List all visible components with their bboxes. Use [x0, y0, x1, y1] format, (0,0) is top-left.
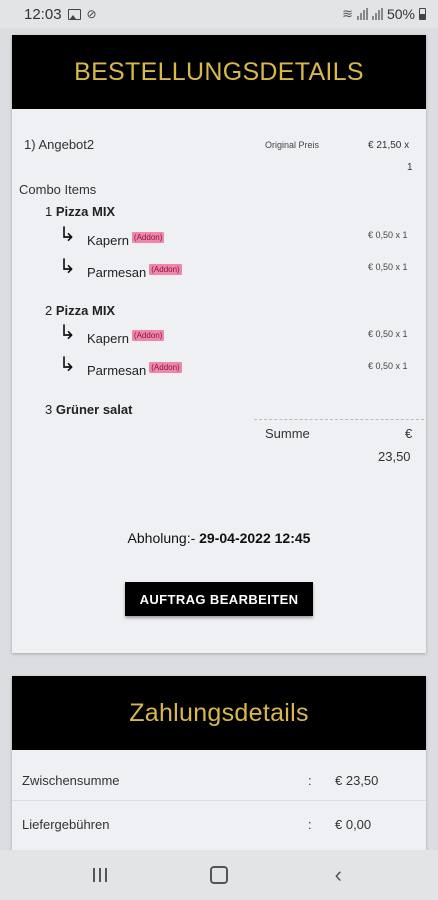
status-bar: 12:03 ⊘ ≋ 50%: [0, 0, 438, 28]
pickup-datetime: 29-04-2022 12:45: [199, 530, 311, 546]
combo-items-label: Combo Items: [19, 182, 97, 197]
original-price-label: Original Preis: [265, 140, 320, 150]
home-button[interactable]: [199, 860, 239, 890]
home-icon: [209, 866, 228, 884]
sub-item-arrow-icon: ↳: [59, 256, 76, 278]
item-name: Grüner salat: [55, 402, 133, 417]
pickup-info: Abholung:- 29-04-2022 12:45: [12, 530, 426, 546]
combo-item: 2 Pizza MIX: [45, 303, 115, 318]
item-name: Pizza MIX: [55, 204, 116, 219]
navigation-bar: ‹: [0, 850, 438, 900]
sum-label: Summe: [265, 426, 310, 441]
addon-name: Parmesan: [87, 363, 147, 378]
recent-apps-button[interactable]: [80, 860, 120, 890]
status-time: 12:03: [24, 5, 62, 23]
addon-line: Kapern (Addon): [87, 232, 165, 250]
order-details-card: BESTELLUNGSDETAILS 1) Angebot2 Original …: [12, 35, 426, 653]
edit-order-button[interactable]: AUFTRAG BEARBEITEN: [125, 582, 313, 616]
order-details-title: BESTELLUNGSDETAILS: [74, 57, 364, 86]
addon-price: € 0,50 x 1: [368, 230, 408, 240]
addon-badge: (Addon): [149, 362, 182, 373]
delivery-fee-label: Liefergebühren: [22, 817, 110, 832]
item-number: 1: [45, 204, 53, 219]
sub-item-arrow-icon: ↳: [59, 354, 76, 376]
eye-off-icon: ⊘: [86, 7, 97, 21]
item-number: 2: [45, 303, 53, 318]
image-notification-icon: [67, 8, 81, 20]
payment-details-title: Zahlungsdetails: [129, 698, 309, 727]
item-name: Pizza MIX: [55, 303, 116, 318]
offer-name: 1) Angebot2: [24, 137, 95, 152]
original-price: € 21,50 x: [368, 140, 410, 151]
back-button[interactable]: ‹: [318, 860, 358, 890]
order-details-header: BESTELLUNGSDETAILS: [12, 35, 426, 109]
status-right: ≋ 50%: [342, 6, 426, 22]
battery-icon: [419, 8, 426, 20]
payment-divider: [12, 800, 426, 801]
original-quantity: 1: [407, 162, 413, 173]
sub-item-arrow-icon: ↳: [59, 224, 76, 246]
addon-badge: (Addon): [131, 330, 165, 341]
subtotal-colon: :: [308, 773, 312, 788]
addon-line: Kapern (Addon): [87, 330, 165, 348]
addon-line: Parmesan (Addon): [87, 264, 182, 282]
addon-badge: (Addon): [149, 264, 182, 275]
recent-apps-icon: [92, 868, 107, 882]
subtotal-label: Zwischensumme: [22, 773, 120, 788]
item-number: 3: [45, 402, 53, 417]
status-left: 12:03 ⊘: [24, 6, 97, 23]
pickup-label: Abholung:-: [127, 530, 196, 546]
addon-name: Kapern: [87, 331, 129, 346]
addon-name: Kapern: [87, 233, 129, 248]
sum-value: 23,50: [378, 449, 411, 464]
payment-details-header: Zahlungsdetails: [12, 676, 426, 750]
sub-item-arrow-icon: ↳: [59, 322, 76, 344]
addon-line: Parmesan (Addon): [87, 362, 182, 380]
delivery-fee-value: € 0,00: [335, 817, 372, 832]
subtotal-value: € 23,50: [335, 773, 379, 788]
payment-details-card: Zahlungsdetails Zwischensumme : € 23,50 …: [12, 676, 426, 856]
back-chevron-icon: ‹: [334, 862, 342, 887]
delivery-fee-colon: :: [308, 817, 312, 832]
addon-name: Parmesan: [87, 265, 147, 280]
signal-icon: [356, 8, 368, 20]
sum-currency: €: [405, 426, 413, 441]
battery-percent: 50%: [386, 6, 415, 22]
signal-icon-2: [371, 8, 383, 20]
addon-badge: (Addon): [131, 232, 165, 243]
sum-divider: [254, 419, 424, 420]
combo-item: 3 Grüner salat: [45, 402, 132, 417]
wifi-icon: ≋: [342, 6, 353, 21]
addon-price: € 0,50 x 1: [368, 361, 408, 371]
combo-item: 1 Pizza MIX: [45, 204, 115, 219]
addon-price: € 0,50 x 1: [368, 329, 408, 339]
addon-price: € 0,50 x 1: [368, 262, 408, 272]
